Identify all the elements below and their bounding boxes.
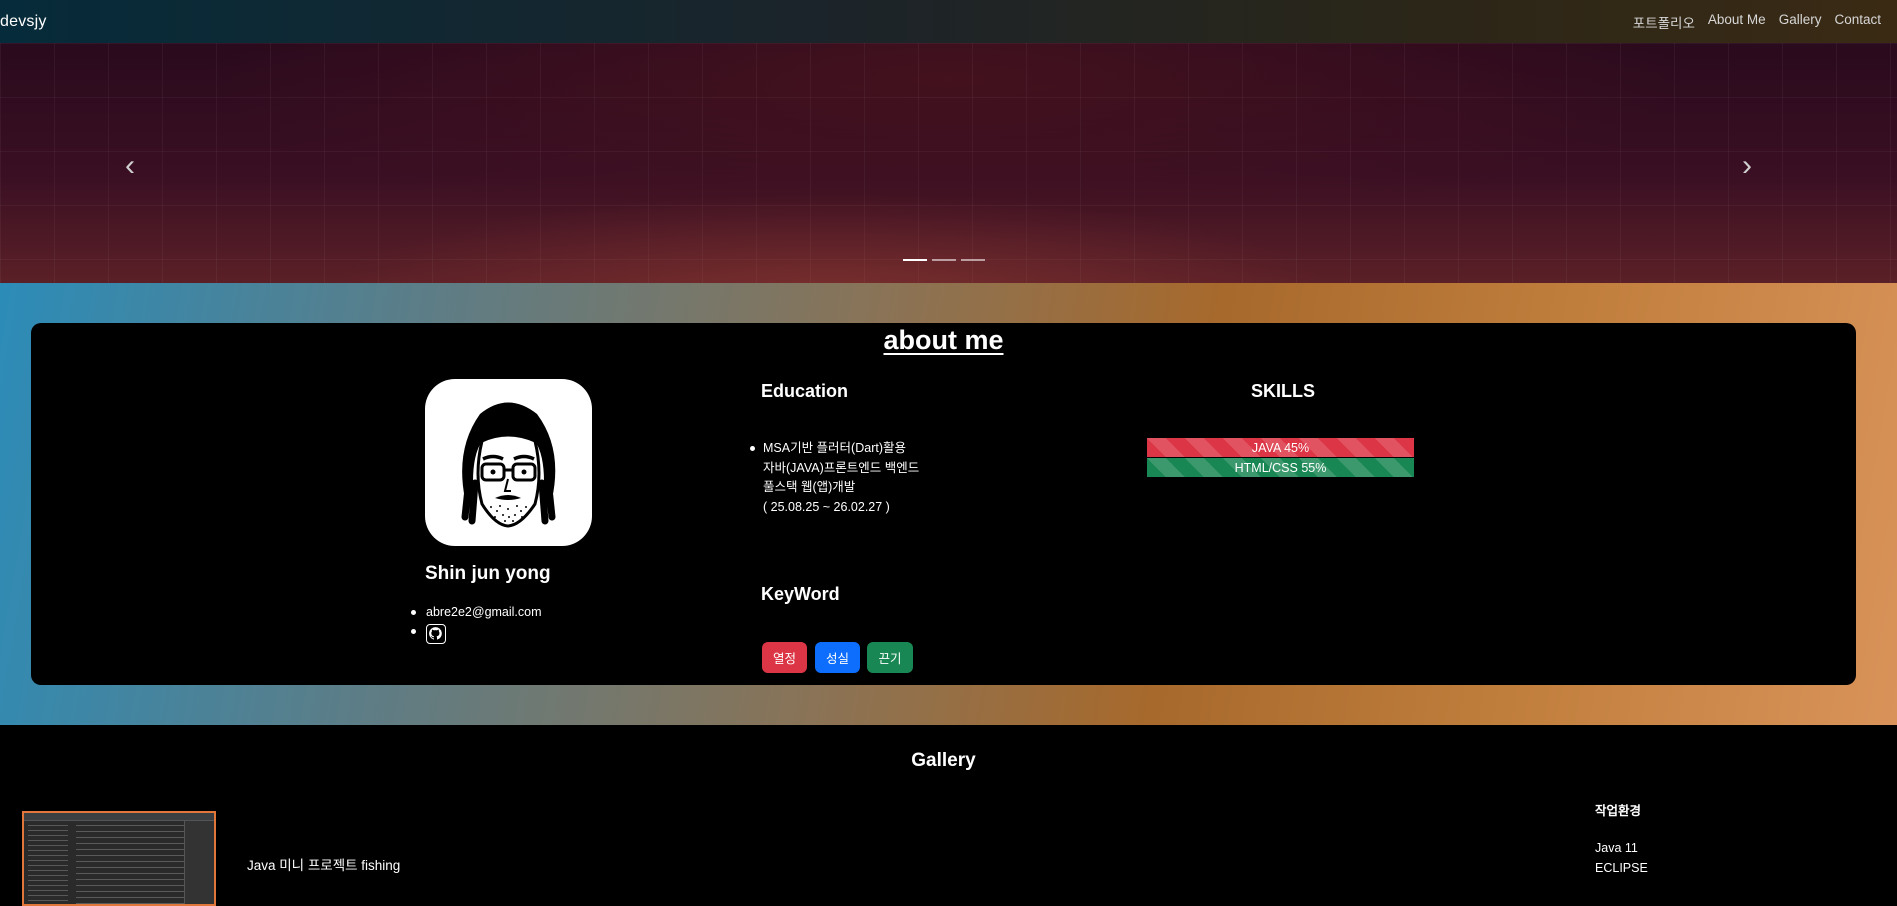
skill-bar-html-css-label: HTML/CSS 55% — [1147, 458, 1414, 477]
nav-link-about-me[interactable]: About Me — [1708, 12, 1766, 32]
education-line-2: 자바(JAVA)프론트엔드 백엔드 — [763, 460, 920, 475]
contact-github[interactable] — [411, 623, 542, 644]
brand-logo-link[interactable]: devsjy — [0, 13, 47, 31]
nav-link-gallery[interactable]: Gallery — [1779, 12, 1822, 32]
keyword-badge-passion[interactable]: 열정 — [762, 642, 807, 673]
education-line-1: MSA기반 플러터(Dart)활용 — [763, 441, 907, 455]
carousel-background-glow — [330, 193, 1330, 283]
education-item: MSA기반 플러터(Dart)활용 자바(JAVA)프론트엔드 백엔드 풀스택 … — [749, 439, 920, 517]
carousel-indicators — [903, 259, 985, 261]
contact-list: abre2e2@gmail.com — [411, 604, 542, 644]
education-line-3: 풀스택 웹(앱)개발 — [763, 480, 856, 494]
carousel-indicator-2[interactable] — [932, 259, 956, 261]
env-item-eclipse: ECLIPSE — [1595, 861, 1648, 875]
gallery-title: Gallery — [911, 750, 976, 771]
env-list: Java 11 ECLIPSE — [1595, 838, 1648, 878]
about-card — [31, 323, 1856, 685]
env-item-java: Java 11 — [1595, 841, 1638, 855]
profile-name: Shin jun yong — [425, 563, 551, 584]
hero-carousel: ‹ › — [0, 43, 1897, 283]
project-name[interactable]: Java 미니 프로젝트 fishing — [247, 854, 400, 874]
carousel-indicator-1[interactable] — [903, 259, 927, 261]
thumbnail-side-panel — [184, 821, 214, 904]
keyword-badge-tenacity[interactable]: 끈기 — [867, 642, 913, 673]
education-heading: Education — [761, 381, 849, 401]
chevron-left-icon[interactable]: ‹ — [125, 149, 135, 183]
nav-links: 포트폴리오 About Me Gallery Contact — [1633, 12, 1897, 32]
skill-bar-html-css: HTML/CSS 55% — [1147, 458, 1414, 477]
keyword-badge-sincerity[interactable]: 성실 — [815, 642, 860, 673]
env-heading: 작업환경 — [1595, 804, 1642, 818]
skill-bar-java: JAVA 45% — [1147, 438, 1414, 457]
top-navbar: devsjy 포트폴리오 About Me Gallery Contact — [0, 0, 1897, 43]
thumbnail-file-tree — [28, 825, 68, 904]
carousel-indicator-3[interactable] — [961, 259, 985, 261]
avatar — [425, 379, 592, 546]
nav-link-portfolio[interactable]: 포트폴리오 — [1633, 12, 1695, 32]
skill-bar-java-label: JAVA 45% — [1147, 438, 1414, 457]
project-thumbnail[interactable] — [22, 811, 216, 906]
thumbnail-toolbar — [24, 813, 214, 821]
keyword-heading: KeyWord — [761, 584, 840, 604]
chevron-right-icon[interactable]: › — [1742, 149, 1752, 183]
education-line-4: ( 25.08.25 ~ 26.02.27 ) — [763, 499, 890, 514]
about-title: about me — [883, 325, 1004, 355]
contact-email[interactable]: abre2e2@gmail.com — [411, 604, 542, 623]
skills-heading: SKILLS — [1251, 381, 1316, 401]
avatar-portrait-icon — [461, 402, 556, 528]
education-list: MSA기반 플러터(Dart)활용 자바(JAVA)프론트엔드 백엔드 풀스택 … — [749, 439, 920, 517]
github-icon[interactable] — [426, 624, 446, 644]
nav-link-contact[interactable]: Contact — [1834, 12, 1881, 32]
